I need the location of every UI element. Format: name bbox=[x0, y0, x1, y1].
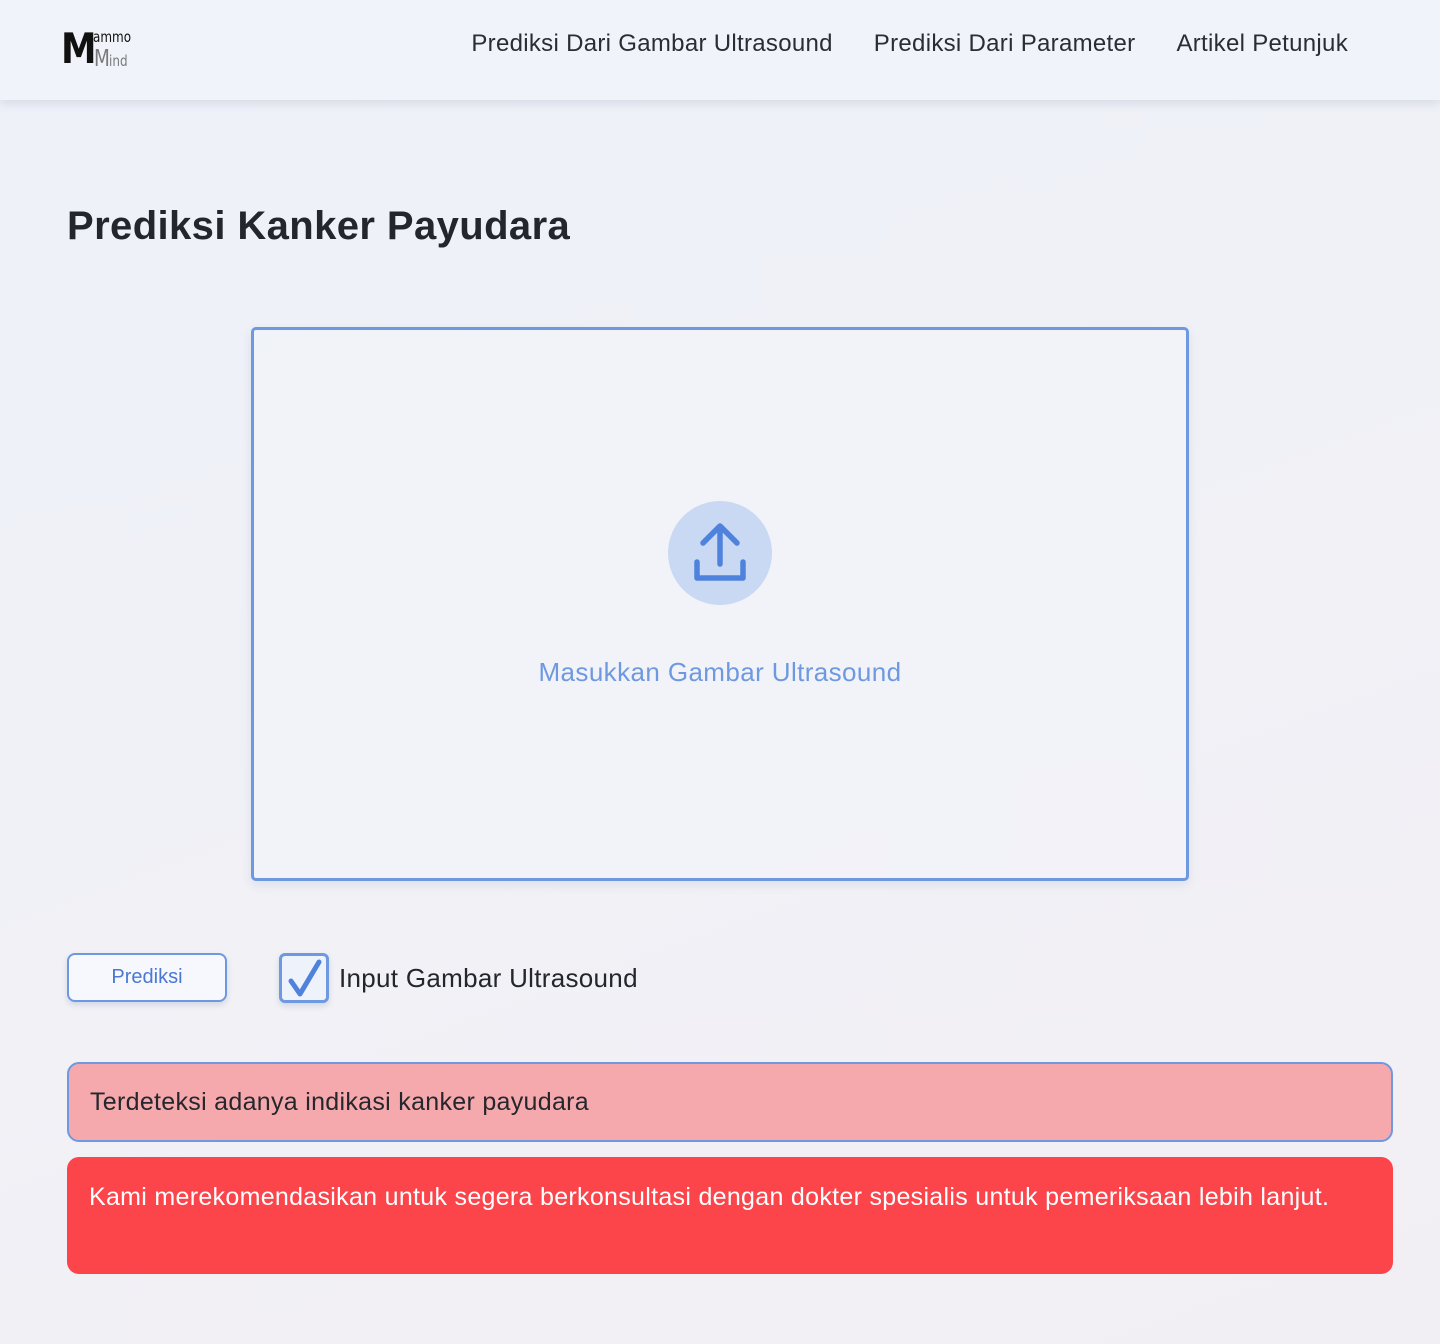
logo-bottom-text: ind bbox=[109, 52, 128, 70]
upload-arrow-glyph bbox=[694, 523, 746, 581]
nav-link-ultrasound-prediction[interactable]: Prediksi Dari Gambar Ultrasound bbox=[471, 30, 832, 58]
recommendation-alert: Kami merekomendasikan untuk segera berko… bbox=[67, 1157, 1393, 1274]
logo-big-letter: M bbox=[61, 24, 97, 73]
predict-button[interactable]: Prediksi bbox=[67, 953, 227, 1002]
logo-small-letter: M bbox=[94, 46, 110, 72]
page-title: Prediksi Kanker Payudara bbox=[67, 204, 571, 248]
mammomind-logo[interactable]: M ammo M ind bbox=[61, 28, 141, 72]
image-upload-dropzone[interactable]: Masukkan Gambar Ultrasound bbox=[251, 327, 1189, 881]
ultrasound-input-checkbox[interactable] bbox=[279, 953, 329, 1003]
nav-link-articles[interactable]: Artikel Petunjuk bbox=[1176, 30, 1348, 58]
upload-icon bbox=[668, 501, 772, 605]
logo-top-text: ammo bbox=[93, 28, 132, 46]
checkbox-label: Input Gambar Ultrasound bbox=[339, 963, 638, 993]
upload-prompt: Masukkan Gambar Ultrasound bbox=[538, 657, 902, 687]
prediction-result-alert: Terdeteksi adanya indikasi kanker payuda… bbox=[67, 1062, 1393, 1142]
checkmark-icon bbox=[288, 959, 322, 997]
top-navbar: M ammo M ind Prediksi Dari Gambar Ultras… bbox=[0, 0, 1440, 100]
nav-link-parameter-prediction[interactable]: Prediksi Dari Parameter bbox=[874, 30, 1136, 58]
main-nav: Prediksi Dari Gambar Ultrasound Prediksi… bbox=[471, 30, 1348, 58]
